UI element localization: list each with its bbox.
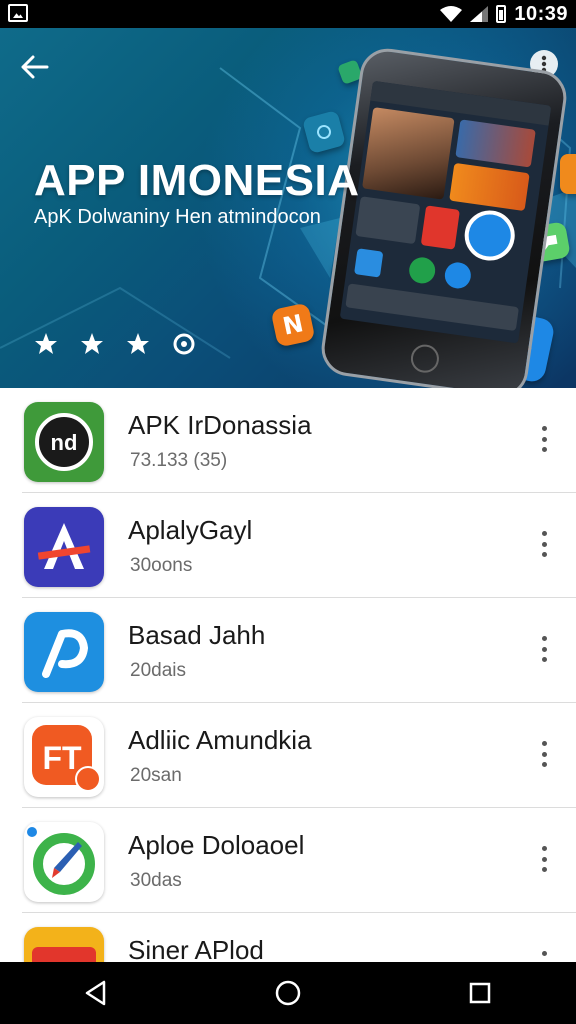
app-meta: 30oons bbox=[130, 555, 193, 576]
nd-logo-graphic: nd bbox=[35, 413, 93, 471]
more-options-icon[interactable] bbox=[534, 529, 554, 559]
app-list: nd APK IrDonassia 73.133 (35) AplalyGayl… bbox=[0, 388, 576, 962]
more-options-icon[interactable] bbox=[534, 739, 554, 769]
list-item[interactable]: Siner APlod bbox=[0, 913, 576, 962]
phone-screen bbox=[339, 80, 552, 344]
phone-screen-app bbox=[407, 255, 437, 286]
app-name: Basad Jahh bbox=[128, 620, 266, 650]
star-icon bbox=[127, 333, 149, 354]
circle-home-icon bbox=[275, 980, 301, 1006]
compass-icon bbox=[24, 822, 104, 902]
list-item[interactable]: AplalyGayl 30oons bbox=[0, 493, 576, 598]
hero-rating bbox=[34, 332, 196, 356]
hero-banner: N APP IMONESIA ApK Dolwaniny Hen atmindo… bbox=[0, 28, 576, 388]
star-icon bbox=[35, 333, 57, 354]
red-yellow-app-icon bbox=[24, 927, 104, 962]
signal-icon bbox=[470, 6, 489, 22]
status-time: 10:39 bbox=[514, 2, 568, 25]
phone-screen-circle bbox=[461, 207, 518, 264]
nav-back-button[interactable] bbox=[72, 969, 120, 1017]
phone-screen-thumb bbox=[455, 119, 536, 168]
hero-title: APP IMONESIA bbox=[34, 156, 360, 205]
app-meta: 20san bbox=[130, 765, 182, 786]
phone-screen-thumb bbox=[449, 162, 530, 212]
info-circle-icon bbox=[173, 333, 195, 355]
wifi-icon bbox=[440, 6, 463, 22]
ft-logo-text: FT bbox=[42, 740, 82, 776]
more-options-icon[interactable] bbox=[534, 844, 554, 874]
camera-icon bbox=[317, 125, 331, 139]
floating-app-icon bbox=[560, 154, 576, 194]
battery-icon bbox=[496, 5, 507, 23]
phone-illustration bbox=[318, 45, 570, 388]
app-meta: 20dais bbox=[130, 660, 186, 681]
a-letter-graphic bbox=[37, 523, 91, 569]
square-recents-icon bbox=[469, 982, 491, 1004]
app-meta: 73.133 (35) bbox=[130, 450, 228, 471]
phone-screen-video bbox=[362, 107, 455, 200]
more-options-icon[interactable] bbox=[534, 949, 554, 962]
app-name: Siner APlod bbox=[128, 935, 264, 962]
app-name: AplalyGayl bbox=[128, 515, 253, 545]
svg-text:nd: nd bbox=[51, 430, 78, 455]
red-yellow-graphic bbox=[32, 947, 96, 962]
system-nav-bar bbox=[0, 962, 576, 1024]
a-letter-icon bbox=[24, 507, 104, 587]
list-item[interactable]: nd APK IrDonassia 73.133 (35) bbox=[0, 388, 576, 493]
hero-subtitle: ApK Dolwaniny Hen atmindocon bbox=[34, 206, 321, 228]
back-button[interactable] bbox=[18, 50, 52, 84]
more-options-icon[interactable] bbox=[534, 424, 554, 454]
compass-graphic bbox=[27, 827, 95, 895]
ft-logo-graphic: FT bbox=[32, 725, 101, 792]
app-name: Aploe Doloaoel bbox=[128, 830, 305, 860]
nav-home-button[interactable] bbox=[264, 969, 312, 1017]
nd-logo-icon: nd bbox=[24, 402, 104, 482]
phone-screen-thumb bbox=[355, 196, 421, 245]
app-name: Adliic Amundkia bbox=[128, 725, 312, 755]
star-icon bbox=[81, 333, 103, 354]
nav-recents-button[interactable] bbox=[456, 969, 504, 1017]
app-meta: 30das bbox=[130, 870, 182, 891]
list-item[interactable]: Basad Jahh 20dais bbox=[0, 598, 576, 703]
p-logo-icon bbox=[24, 612, 104, 692]
arrow-left-icon bbox=[21, 55, 49, 79]
p-logo-graphic bbox=[42, 629, 88, 678]
status-right: 10:39 bbox=[440, 0, 568, 28]
phone-screen-thumb bbox=[420, 205, 460, 250]
ft-logo-icon: FT bbox=[24, 717, 104, 797]
list-item[interactable]: Aploe Doloaoel 30das bbox=[0, 808, 576, 913]
list-item[interactable]: FT Adliic Amundkia 20san bbox=[0, 703, 576, 808]
triangle-back-icon bbox=[85, 980, 106, 1006]
phone-screen-app bbox=[354, 248, 384, 278]
more-options-icon[interactable] bbox=[534, 634, 554, 664]
status-bar: 10:39 bbox=[0, 0, 576, 28]
app-name: APK IrDonassia bbox=[128, 410, 312, 440]
phone-screen-app bbox=[443, 260, 473, 291]
gallery-notification-icon bbox=[8, 4, 28, 22]
floating-n-app-letter: N bbox=[280, 309, 306, 341]
